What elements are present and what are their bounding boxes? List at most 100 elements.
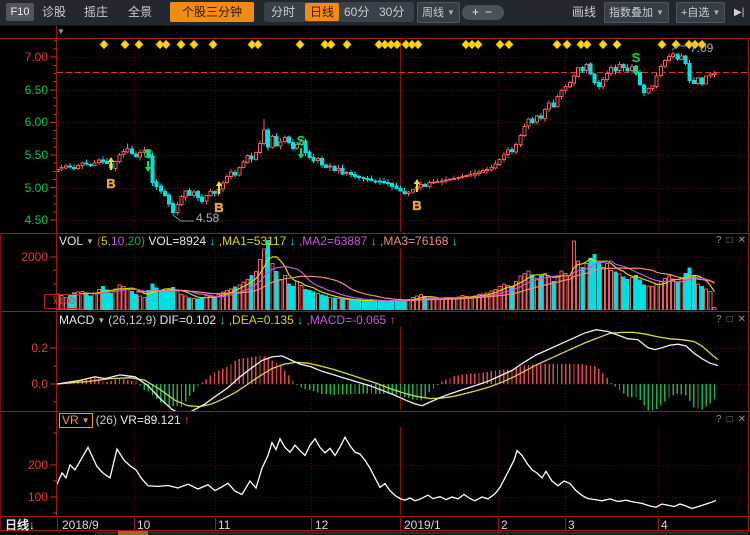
chevron-down-icon: ▼: [86, 237, 94, 246]
zoom-out-icon[interactable]: −: [485, 5, 498, 19]
date-axis-label: 2018/9: [62, 519, 99, 531]
diagnose-button[interactable]: 诊股: [42, 0, 66, 25]
vol-pane-header: VOL▼(5,10,20) VOL=8924 ↓ ,MA1=53117 ↓ ,M…: [59, 234, 458, 248]
close-icon[interactable]: ✕: [738, 235, 746, 246]
overlay-label: 指数叠加: [609, 7, 653, 19]
indicator-value-token: ↓: [448, 234, 457, 248]
period-tab-60min[interactable]: 60分: [344, 0, 369, 25]
date-axis-label: 2019/1: [404, 519, 441, 531]
chevron-down-icon: ▼: [447, 8, 455, 17]
arrow-down-icon: ↓: [29, 518, 35, 532]
period-axis-dropdown[interactable]: 日线↓: [5, 519, 35, 531]
macd-values: (26,12,9) DIF=0.102 ↓ ,DEA=0.135 ↓ ,MACD…: [108, 313, 395, 327]
panorama-button[interactable]: 全景: [128, 0, 152, 25]
indicator-value-token: ,MA3=76168: [377, 234, 449, 248]
f10-button[interactable]: F10: [6, 3, 34, 21]
price-axis-label: 6.50: [0, 84, 48, 96]
indicator-value-token: 5: [101, 234, 108, 248]
price-axis-label: 7.00: [0, 51, 48, 63]
stock-3min-button[interactable]: 个股三分钟: [170, 2, 254, 22]
maximize-icon[interactable]: □: [727, 314, 733, 325]
vr-title: VR: [62, 413, 79, 427]
stock-chart-app: F10 诊股 摇庄 全景 个股三分钟 分时 日线 60分 30分 周线▼ +− …: [0, 0, 750, 535]
date-axis-label: 4: [661, 519, 668, 531]
vr-axis-label: 200: [0, 459, 48, 471]
indicator-value-token: ↓: [216, 313, 225, 327]
date-axis-label: 3: [568, 519, 575, 531]
maximize-icon[interactable]: □: [727, 414, 733, 425]
price-axis-label: 5.50: [0, 149, 48, 161]
zoom-in-icon[interactable]: +: [472, 5, 485, 19]
svg-text:B: B: [106, 176, 115, 191]
macd-pane-icons: ? □ ✕: [711, 313, 746, 327]
indicator-value-token: ,MACD=-0.065: [303, 313, 386, 327]
vr-indicator-dropdown[interactable]: VR▼: [59, 413, 93, 428]
indicator-value-token: ,MA2=63887: [296, 234, 368, 248]
macd-indicator-dropdown[interactable]: MACD▼: [59, 313, 105, 327]
close-icon[interactable]: ✕: [738, 414, 746, 425]
macd-pane-header: MACD▼(26,12,9) DIF=0.102 ↓ ,DEA=0.135 ↓ …: [59, 313, 395, 327]
vol-indicator-dropdown[interactable]: VOL▼: [59, 234, 94, 248]
vr-pane-icons: ? □ ✕: [711, 413, 746, 427]
period-axis-label: 日线: [5, 518, 29, 532]
maximize-icon[interactable]: □: [727, 235, 733, 246]
period-tab-30min[interactable]: 30分: [379, 0, 404, 25]
main-chart-dropdown-icon[interactable]: ▼: [57, 27, 65, 36]
close-icon[interactable]: ✕: [738, 314, 746, 325]
indicator-value-token: ↑: [181, 413, 190, 427]
date-axis-label: 10: [137, 519, 150, 531]
svg-text:B: B: [412, 198, 421, 213]
banker-button[interactable]: 摇庄: [84, 0, 108, 25]
indicator-value-token: 20: [128, 234, 141, 248]
vol-title: VOL: [59, 234, 83, 248]
svg-text:7.09: 7.09: [690, 41, 714, 55]
macd-title: MACD: [59, 313, 94, 327]
indicator-value-token: ,DEA=0.135: [225, 313, 293, 327]
indicator-value-token: DIF=0.102: [160, 313, 216, 327]
indicator-value-token: VR=89.121: [120, 413, 180, 427]
indicator-value-token: ↓: [286, 234, 295, 248]
price-axis-label: 4.50: [0, 214, 48, 226]
indicator-value-token: ↓: [294, 313, 303, 327]
help-icon[interactable]: ?: [716, 235, 722, 246]
indicator-value-token: VOL=8924: [148, 234, 206, 248]
vol-values: (5,10,20) VOL=8924 ↓ ,MA1=53117 ↓ ,MA2=6…: [97, 234, 458, 248]
chevron-down-icon: ▼: [712, 8, 720, 17]
indicator-value-token: (26): [96, 413, 121, 427]
indicator-value-token: ↑: [386, 313, 395, 327]
svg-text:S: S: [144, 146, 153, 161]
vr-values: (26) VR=89.121 ↑: [96, 413, 190, 427]
macd-axis-label: 0.0: [0, 378, 48, 390]
help-icon[interactable]: ?: [716, 414, 722, 425]
vr-axis-label: 100: [0, 491, 48, 503]
add-watchlist-button[interactable]: +自选▼: [676, 2, 725, 23]
collapse-panel-icon[interactable]: ▶|: [734, 0, 744, 25]
period-tab-intraday[interactable]: 分时: [271, 0, 295, 25]
help-icon[interactable]: ?: [716, 314, 722, 325]
zoom-buttons[interactable]: +−: [462, 5, 504, 20]
chevron-down-icon: ▼: [82, 416, 90, 425]
indicator-value-token: 10: [111, 234, 124, 248]
vol-unit-badge: x100: [44, 294, 84, 309]
draw-line-button[interactable]: 画线: [572, 0, 596, 25]
price-axis-label: 5.00: [0, 182, 48, 194]
chevron-down-icon: ▼: [97, 316, 105, 325]
indicator-value-token: ↓: [367, 234, 376, 248]
indicator-value-token: ,MA1=53117: [215, 234, 286, 248]
index-overlay-button[interactable]: 指数叠加▼: [604, 2, 669, 23]
svg-text:4.58: 4.58: [196, 211, 220, 225]
toolbar: F10 诊股 摇庄 全景 个股三分钟 分时 日线 60分 30分 周线▼ +− …: [0, 0, 750, 26]
price-axis-label: 6.00: [0, 116, 48, 128]
weekly-label: 周线: [422, 7, 444, 19]
chart-canvas[interactable]: BSBSBS4.587.09: [0, 0, 750, 535]
period-tab-weekly[interactable]: 周线▼: [417, 2, 460, 23]
vol-pane-icons: ? □ ✕: [711, 234, 746, 248]
date-axis-label: 2: [501, 519, 508, 531]
svg-text:S: S: [297, 133, 306, 148]
vr-pane-header: VR▼(26) VR=89.121 ↑: [59, 413, 190, 427]
period-tab-daily[interactable]: 日线: [305, 3, 339, 21]
date-axis-label: 12: [315, 519, 328, 531]
watchlist-label: +自选: [681, 7, 709, 19]
svg-text:S: S: [632, 50, 641, 65]
macd-axis-label: 0.2: [0, 342, 48, 354]
